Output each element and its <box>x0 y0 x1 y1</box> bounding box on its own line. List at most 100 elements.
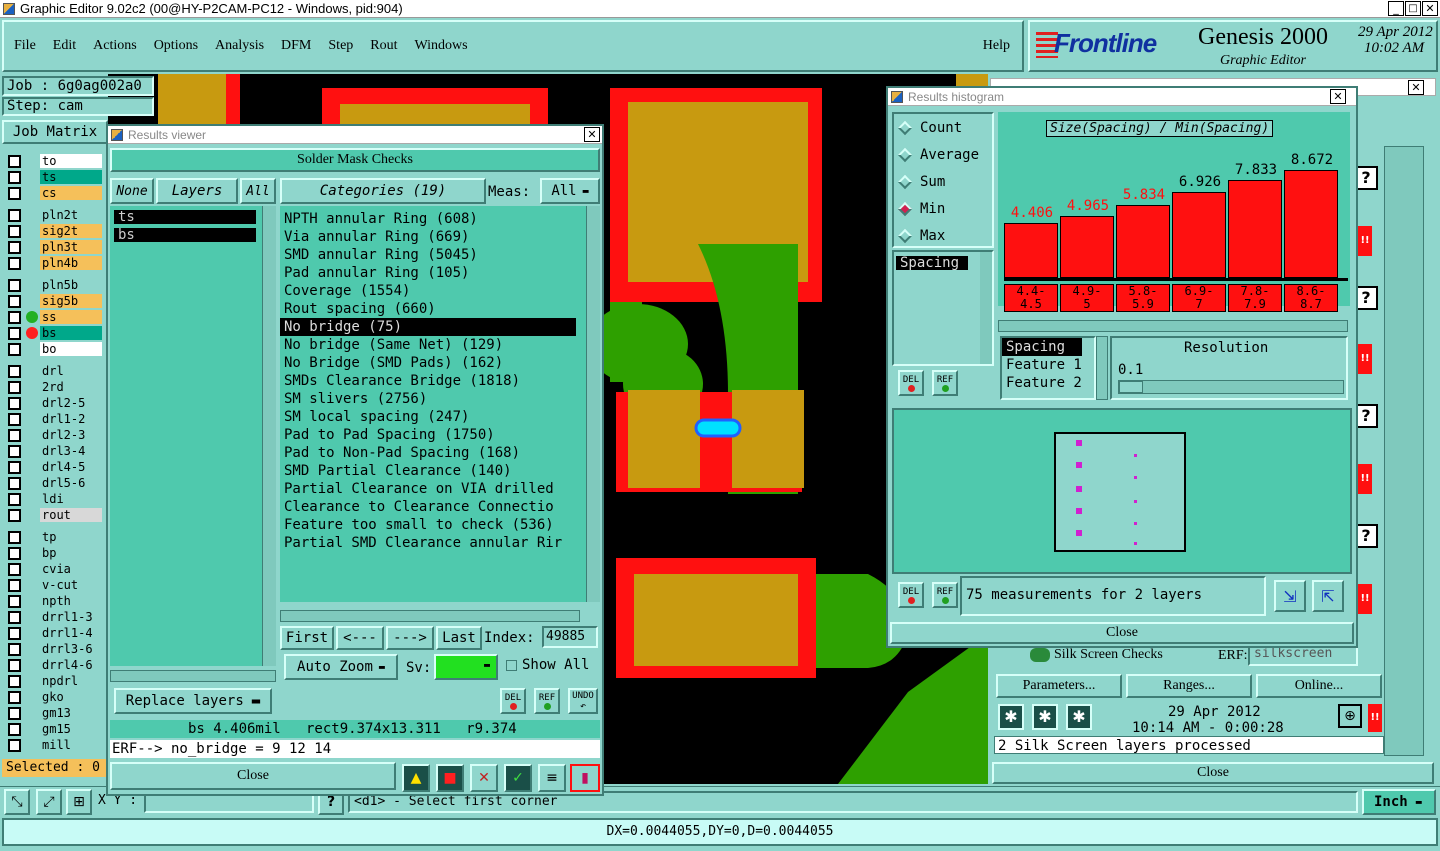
layer-checkbox[interactable] <box>8 563 21 576</box>
layer-checkbox[interactable] <box>8 461 21 474</box>
layer-checkbox[interactable] <box>8 209 21 222</box>
layer-checkbox[interactable] <box>8 257 21 270</box>
category-item[interactable]: Feature too small to check (536) <box>280 516 576 534</box>
layer-checkbox[interactable] <box>8 675 21 688</box>
layer-row-bs[interactable]: bs <box>6 326 104 340</box>
layer-row-cvia[interactable]: cvia <box>6 562 104 576</box>
hist-del-button[interactable]: DEL <box>898 370 924 396</box>
mode-radio-average[interactable]: Average <box>894 141 992 168</box>
category-item[interactable]: Rout spacing (660) <box>280 300 576 318</box>
feature-item[interactable]: Feature 1 <box>1002 356 1082 374</box>
layer-checkbox[interactable] <box>8 445 21 458</box>
grid-icon[interactable]: ⊞ <box>66 789 92 815</box>
layer-row-drrl4-6[interactable]: drrl4-6 <box>6 658 104 672</box>
histogram-icon[interactable]: ▮ <box>570 764 600 792</box>
layer-checkbox[interactable] <box>8 643 21 656</box>
prev-button[interactable]: <--- <box>336 626 384 650</box>
menu-file[interactable]: File <box>14 38 36 54</box>
layer-row-ldi[interactable]: ldi <box>6 492 104 506</box>
menu-help[interactable]: Help <box>983 38 1010 54</box>
layer-row-rout[interactable]: rout <box>6 508 104 522</box>
mode-radio-sum[interactable]: Sum <box>894 168 992 195</box>
layer-checkbox[interactable] <box>8 531 21 544</box>
layer-checkbox[interactable] <box>8 723 21 736</box>
layer-row-pln4b[interactable]: pln4b <box>6 256 104 270</box>
layer-row-sig2t[interactable]: sig2t <box>6 224 104 238</box>
feature-item[interactable]: Spacing <box>1002 338 1082 356</box>
layer-checkbox[interactable] <box>8 155 21 168</box>
alert-icon-1[interactable]: !! <box>1358 226 1372 256</box>
silk-close-button[interactable]: Close <box>992 762 1434 784</box>
viewer-ref-button[interactable]: REF <box>534 688 560 714</box>
layer-row-drl1-2[interactable]: drl1-2 <box>6 412 104 426</box>
layer-checkbox[interactable] <box>8 397 21 410</box>
feature-list-scrollbar[interactable] <box>1096 336 1108 400</box>
resolution-slider-thumb[interactable] <box>1119 381 1143 393</box>
export-icon-1[interactable]: ⇲ <box>1274 580 1306 612</box>
layer-checkbox[interactable] <box>8 171 21 184</box>
layer-checkbox[interactable] <box>8 279 21 292</box>
histogram-bar[interactable] <box>1172 192 1226 278</box>
zoom-fit-icon[interactable]: ⤡ <box>4 789 30 815</box>
layer-results-vscroll[interactable] <box>262 206 276 666</box>
layer-row-npth[interactable]: npth <box>6 594 104 608</box>
layer-row-drrl1-4[interactable]: drrl1-4 <box>6 626 104 640</box>
layer-row-to[interactable]: to <box>6 154 104 168</box>
layer-row-cs[interactable]: cs <box>6 186 104 200</box>
online-button[interactable]: Online... <box>1256 674 1382 698</box>
menu-options[interactable]: Options <box>154 38 198 54</box>
layer-row-drl4-5[interactable]: drl4-5 <box>6 460 104 474</box>
layer-row-sig5b[interactable]: sig5b <box>6 294 104 308</box>
layer-checkbox[interactable] <box>8 595 21 608</box>
layer-results-hscroll[interactable] <box>110 670 276 682</box>
result-layer-item[interactable]: ts <box>114 210 256 224</box>
all-button[interactable]: All <box>240 178 276 204</box>
layer-row-pln5b[interactable]: pln5b <box>6 278 104 292</box>
menu-edit[interactable]: Edit <box>53 38 76 54</box>
category-item[interactable]: Clearance to Clearance Connectio <box>280 498 576 516</box>
category-item[interactable]: NPTH annular Ring (608) <box>280 210 576 228</box>
layer-checkbox[interactable] <box>8 365 21 378</box>
layer-checkbox[interactable] <box>8 691 21 704</box>
layer-row-drl5-6[interactable]: drl5-6 <box>6 476 104 490</box>
tool-icon-2[interactable]: ■ <box>436 764 464 792</box>
show-all-checkbox[interactable] <box>506 660 517 671</box>
category-item[interactable]: Partial Clearance on VIA drilled <box>280 480 576 498</box>
layer-row-gko[interactable]: gko <box>6 690 104 704</box>
viewer-undo-button[interactable]: UNDO ↶ <box>568 688 598 714</box>
category-item[interactable]: No bridge (75) <box>280 318 576 336</box>
menu-actions[interactable]: Actions <box>93 38 137 54</box>
category-item[interactable]: No bridge (Same Net) (129) <box>280 336 576 354</box>
zoom-area-icon[interactable]: ⤢ <box>36 789 62 815</box>
hist-ref-button-2[interactable]: REF <box>932 582 958 608</box>
layer-row-drl[interactable]: drl <box>6 364 104 378</box>
last-button[interactable]: Last <box>436 626 482 650</box>
layer-row-mill[interactable]: mill <box>6 738 104 752</box>
measure-list-scrollbar[interactable] <box>980 252 992 364</box>
job-matrix-button[interactable]: Job Matrix <box>2 120 108 144</box>
auto-zoom-dropdown[interactable]: Auto Zoom ▬ <box>284 654 398 680</box>
layer-row-gm15[interactable]: gm15 <box>6 722 104 736</box>
report-icon[interactable]: ≡ <box>538 764 566 792</box>
first-button[interactable]: First <box>280 626 334 650</box>
meas-dropdown[interactable]: All ▬ <box>540 178 600 204</box>
histogram-bar[interactable] <box>1116 205 1170 278</box>
bg-window-close[interactable]: ✕ <box>1408 80 1424 95</box>
layer-row-drl2-5[interactable]: drl2-5 <box>6 396 104 410</box>
sv-color-dropdown[interactable]: ▬ <box>434 654 498 680</box>
viewer-del-button[interactable]: DEL <box>500 688 526 714</box>
chart-hscroll[interactable] <box>998 320 1348 332</box>
silk-alert-icon[interactable]: !! <box>1368 704 1382 732</box>
menu-analysis[interactable]: Analysis <box>215 38 264 54</box>
layer-row-v-cut[interactable]: v-cut <box>6 578 104 592</box>
result-layer-item[interactable]: bs <box>114 228 256 242</box>
layer-row-drrl1-3[interactable]: drrl1-3 <box>6 610 104 624</box>
layers-button[interactable]: Layers <box>156 178 238 204</box>
category-item[interactable]: SMD Partial Clearance (140) <box>280 462 576 480</box>
histogram-close-x[interactable]: ✕ <box>1330 89 1346 104</box>
category-item[interactable]: SMDs Clearance Bridge (1818) <box>280 372 576 390</box>
tool-icon-3[interactable]: ✕ <box>470 764 498 792</box>
resolution-slider[interactable] <box>1118 380 1344 394</box>
layer-row-npdrl[interactable]: npdrl <box>6 674 104 688</box>
minimize-button[interactable]: _ <box>1388 1 1404 16</box>
